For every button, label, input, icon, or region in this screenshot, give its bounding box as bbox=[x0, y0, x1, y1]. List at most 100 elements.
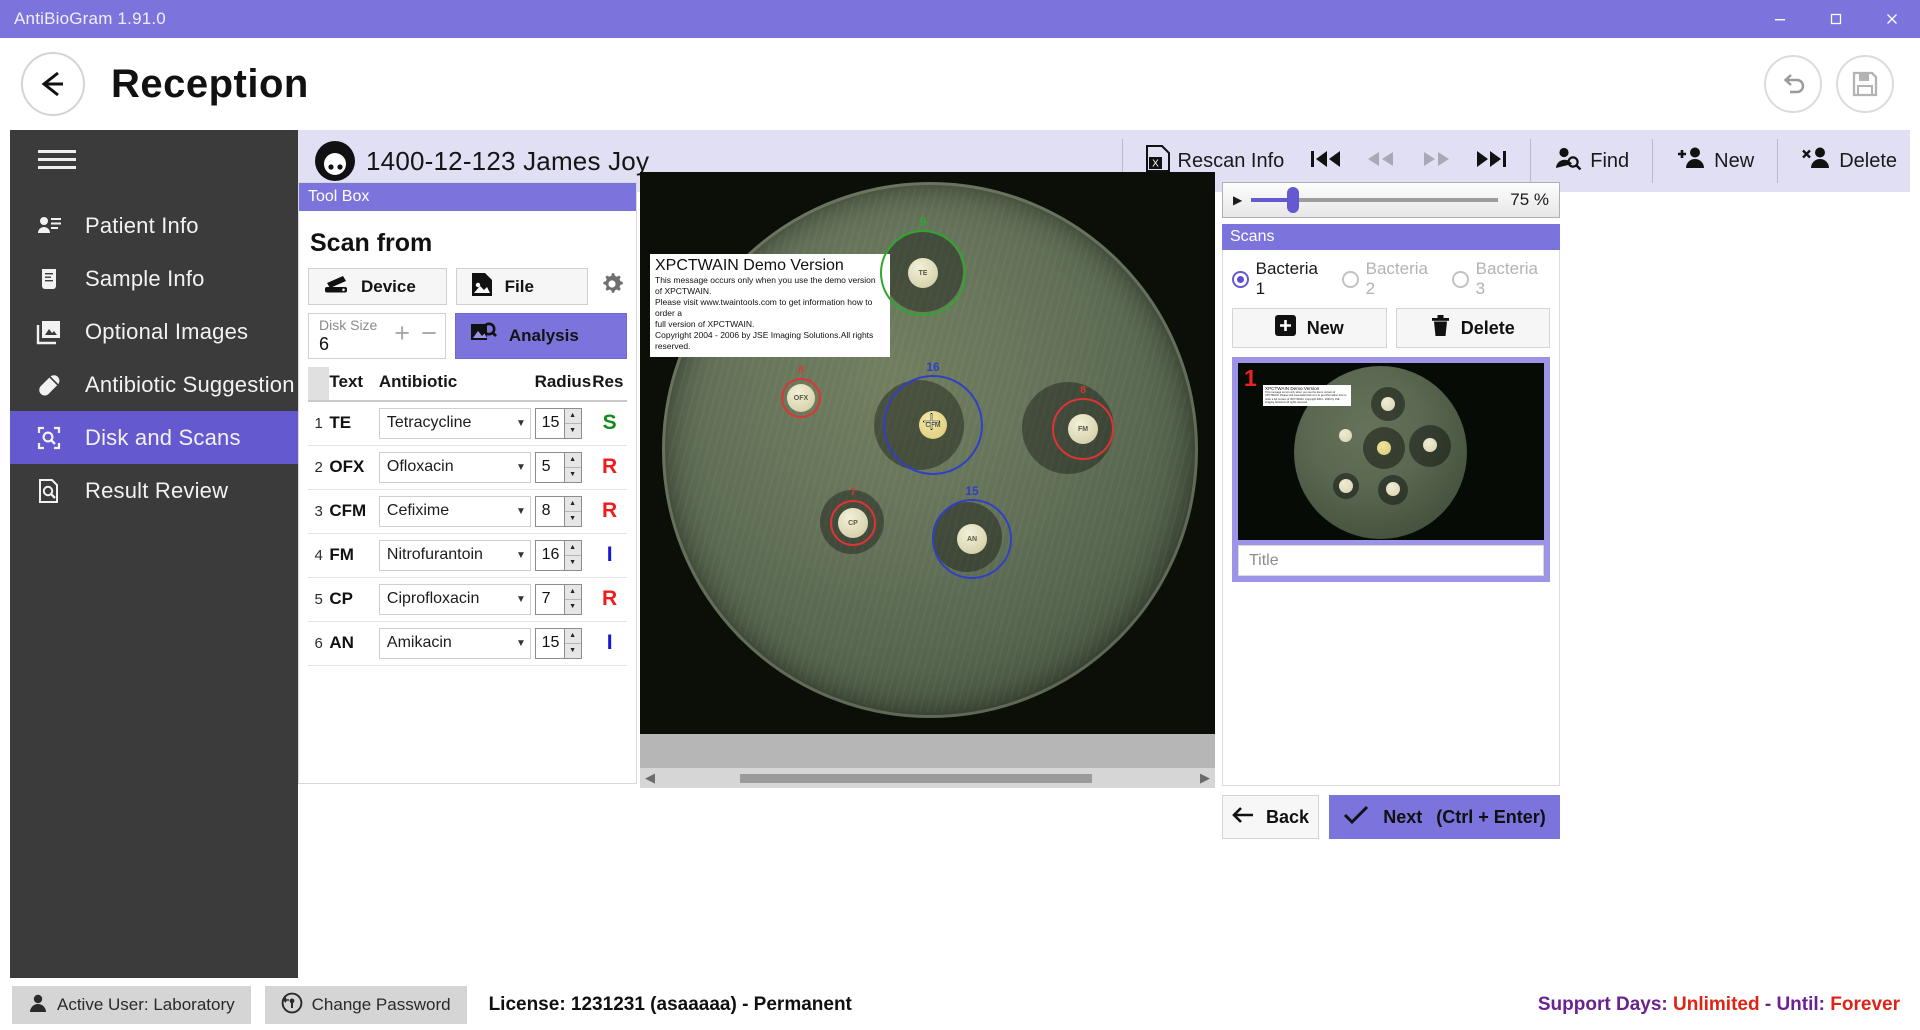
zone-marker-an[interactable]: 15 AN bbox=[932, 499, 1012, 579]
save-button[interactable] bbox=[1836, 55, 1894, 113]
step-forward-icon[interactable] bbox=[1411, 146, 1461, 177]
scan-from-device-button[interactable]: Device bbox=[308, 268, 447, 305]
radius-decrement-button[interactable]: ▼ bbox=[565, 644, 581, 658]
sidebar-item-sample-info[interactable]: Sample Info bbox=[10, 252, 298, 305]
radio-bacteria-1[interactable]: Bacteria 1 bbox=[1232, 259, 1330, 299]
radius-stepper[interactable]: 5▲▼ bbox=[535, 452, 582, 483]
plate-image-viewer[interactable]: XPCTWAIN Demo Version This message occur… bbox=[640, 172, 1215, 788]
radius-increment-button[interactable]: ▲ bbox=[565, 585, 581, 600]
zoom-slider[interactable] bbox=[1251, 198, 1498, 202]
radius-increment-button[interactable]: ▲ bbox=[565, 629, 581, 644]
radius-stepper[interactable]: 15▲▼ bbox=[535, 628, 582, 659]
antibiotic-select[interactable]: Nitrofurantoin▼ bbox=[379, 540, 531, 571]
sidebar-item-patient-info[interactable]: Patient Info bbox=[10, 199, 298, 252]
scan-title-input[interactable]: Title bbox=[1238, 545, 1544, 576]
row-index[interactable]: 4 bbox=[308, 533, 329, 577]
sidebar-item-disk-and-scans[interactable]: Disk and Scans bbox=[10, 411, 298, 464]
beaker-icon bbox=[34, 264, 64, 294]
zone-marker-ofx[interactable]: 8 OFX bbox=[781, 378, 821, 418]
sidebar-item-optional-images[interactable]: Optional Images bbox=[10, 305, 298, 358]
scan-card[interactable]: 1 XPCTWAIN Demo Version This message occ… bbox=[1232, 357, 1550, 582]
active-user-button[interactable]: Active User: Laboratory bbox=[12, 986, 251, 1024]
radius-stepper[interactable]: 8▲▼ bbox=[535, 496, 582, 527]
radio-bacteria-3[interactable]: Bacteria 3 bbox=[1452, 259, 1550, 299]
support-days-label: Support Days: bbox=[1538, 994, 1668, 1015]
disk-size-decrement-button[interactable]: − bbox=[421, 323, 437, 343]
sidebar-item-result-review[interactable]: Result Review bbox=[10, 464, 298, 517]
column-antibiotic: Antibiotic bbox=[379, 367, 535, 401]
antibiotic-select[interactable]: Ciprofloxacin▼ bbox=[379, 584, 531, 615]
delete-scan-button[interactable]: Delete bbox=[1396, 308, 1551, 348]
delete-patient-button[interactable]: Delete bbox=[1788, 130, 1910, 192]
radius-increment-button[interactable]: ▲ bbox=[565, 409, 581, 424]
row-antibiotic-cell: Cefixime▼ bbox=[379, 489, 535, 533]
antibiotic-select[interactable]: Cefixime▼ bbox=[379, 496, 531, 527]
chevron-down-icon: ▼ bbox=[516, 418, 526, 429]
radius-increment-button[interactable]: ▲ bbox=[565, 497, 581, 512]
rescan-info-label: Rescan Info bbox=[1178, 150, 1285, 173]
skip-last-icon[interactable] bbox=[1466, 146, 1516, 177]
scrollbar-thumb[interactable] bbox=[740, 774, 1092, 783]
row-result-code: I bbox=[592, 621, 627, 665]
radio-bacteria-2[interactable]: Bacteria 2 bbox=[1342, 259, 1440, 299]
zone-marker-te[interactable]: 9 TE bbox=[880, 230, 966, 316]
back-navigation-button[interactable] bbox=[21, 52, 85, 116]
user-icon bbox=[28, 993, 48, 1018]
radius-value: 5 bbox=[536, 453, 564, 482]
zone-marker-fm[interactable]: 8 FM bbox=[1052, 398, 1114, 460]
row-index[interactable]: 5 bbox=[308, 577, 329, 621]
antibiotic-select[interactable]: Ofloxacin▼ bbox=[379, 452, 531, 483]
zone-marker-cp[interactable]: 7 CP bbox=[830, 500, 876, 546]
antibiotic-select[interactable]: Tetracycline▼ bbox=[379, 408, 531, 439]
row-index[interactable]: 6 bbox=[308, 621, 329, 665]
twain-line-4: Copyright 2004 - 2006 by JSE Imaging Sol… bbox=[655, 330, 885, 352]
radius-increment-button[interactable]: ▲ bbox=[565, 453, 581, 468]
chevron-left-icon[interactable]: ◀ bbox=[640, 770, 660, 786]
maximize-icon[interactable] bbox=[1808, 0, 1864, 38]
wizard-back-button[interactable]: Back bbox=[1222, 795, 1319, 839]
scan-from-file-button[interactable]: File bbox=[456, 268, 588, 305]
analysis-button[interactable]: Analysis bbox=[455, 313, 627, 359]
hamburger-icon[interactable] bbox=[10, 130, 54, 169]
radius-stepper[interactable]: 15▲▼ bbox=[535, 408, 582, 439]
undo-button[interactable] bbox=[1764, 55, 1822, 113]
chevron-right-icon[interactable]: ▶ bbox=[1195, 770, 1215, 786]
change-password-button[interactable]: Change Password bbox=[265, 986, 467, 1024]
scan-settings-button[interactable] bbox=[597, 268, 627, 305]
disk-size-increment-button[interactable]: + bbox=[394, 323, 410, 343]
minimize-icon[interactable] bbox=[1752, 0, 1808, 38]
radius-increment-button[interactable]: ▲ bbox=[565, 541, 581, 556]
new-scan-button[interactable]: New bbox=[1232, 308, 1387, 348]
antibiotic-select[interactable]: Amikacin▼ bbox=[379, 628, 531, 659]
row-index[interactable]: 1 bbox=[308, 401, 329, 445]
twain-title: XPCTWAIN Demo Version bbox=[655, 257, 885, 275]
step-back-icon[interactable] bbox=[1356, 146, 1406, 177]
table-corner-cell[interactable] bbox=[308, 367, 329, 401]
scan-from-heading: Scan from bbox=[310, 229, 627, 258]
close-icon[interactable] bbox=[1864, 0, 1920, 38]
row-index[interactable]: 2 bbox=[308, 445, 329, 489]
radius-decrement-button[interactable]: ▼ bbox=[565, 556, 581, 570]
row-index[interactable]: 3 bbox=[308, 489, 329, 533]
zoom-slider-handle[interactable] bbox=[1287, 187, 1299, 213]
scans-body: Bacteria 1 Bacteria 2 Bacteria 3 bbox=[1222, 250, 1560, 786]
new-patient-button[interactable]: New bbox=[1663, 130, 1767, 192]
zoom-control[interactable]: ▶ 75 % bbox=[1222, 182, 1560, 218]
radius-decrement-button[interactable]: ▼ bbox=[565, 468, 581, 482]
antibiotic-disk: AN bbox=[957, 524, 987, 554]
scan-thumbnail[interactable]: 1 XPCTWAIN Demo Version This message occ… bbox=[1238, 363, 1544, 540]
wizard-next-button[interactable]: Next (Ctrl + Enter) bbox=[1329, 795, 1560, 839]
sidebar-item-antibiotic-suggestion[interactable]: Antibiotic Suggestion bbox=[10, 358, 298, 411]
disk-size-field[interactable]: Disk Size 6 + − bbox=[308, 313, 446, 359]
radius-decrement-button[interactable]: ▼ bbox=[565, 600, 581, 614]
horizontal-scrollbar[interactable]: ◀ ▶ bbox=[640, 768, 1215, 788]
zone-marker-cfm[interactable]: 16 CFM bbox=[883, 375, 983, 475]
plate-image[interactable]: XPCTWAIN Demo Version This message occur… bbox=[640, 172, 1215, 734]
radius-stepper[interactable]: 7▲▼ bbox=[535, 584, 582, 615]
radius-decrement-button[interactable]: ▼ bbox=[565, 512, 581, 526]
plus-square-icon bbox=[1275, 315, 1296, 341]
radius-stepper[interactable]: 16▲▼ bbox=[535, 540, 582, 571]
radius-decrement-button[interactable]: ▼ bbox=[565, 424, 581, 438]
play-icon[interactable]: ▶ bbox=[1233, 193, 1242, 207]
skip-first-icon[interactable] bbox=[1301, 146, 1351, 177]
